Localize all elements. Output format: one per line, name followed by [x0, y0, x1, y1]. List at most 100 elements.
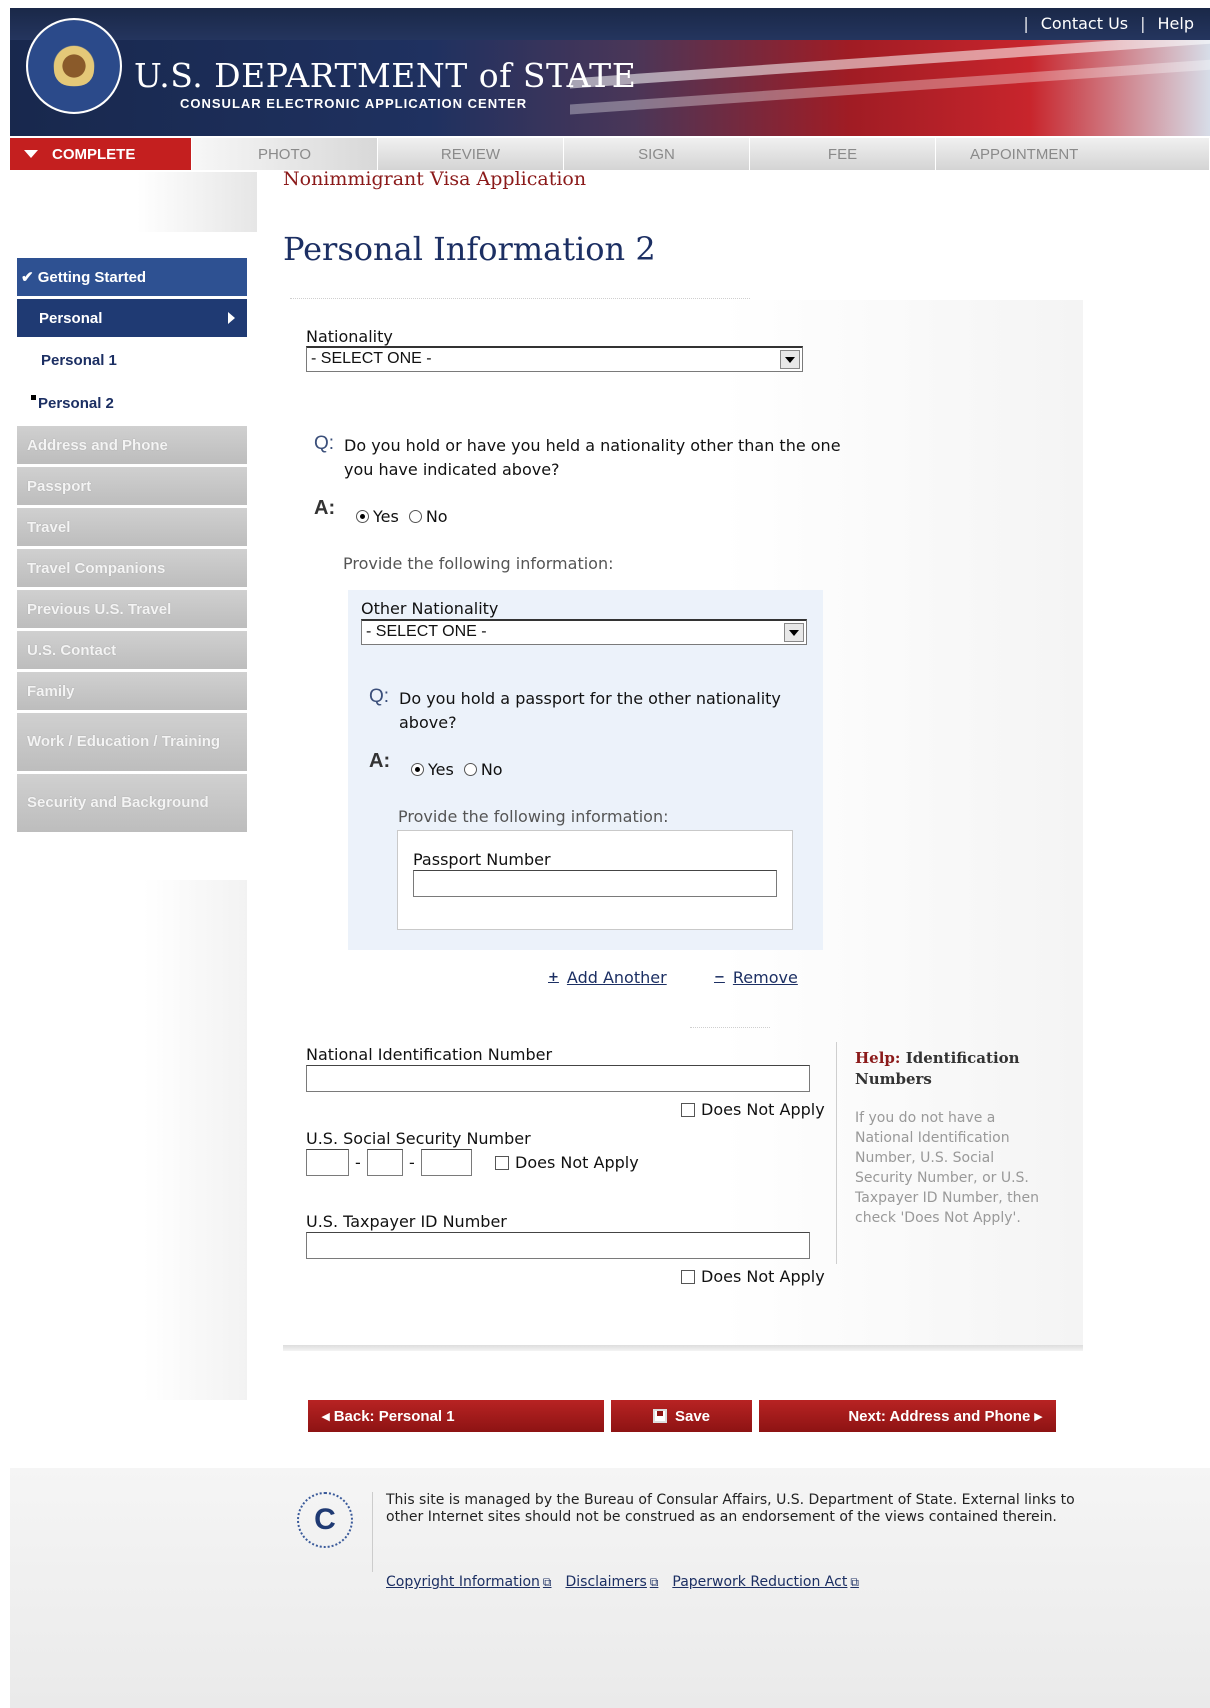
next-button[interactable]: Next: Address and Phone ▸	[759, 1400, 1056, 1432]
button-label: Save	[674, 1407, 711, 1425]
tab-label: FEE	[827, 145, 858, 163]
tab-photo[interactable]: PHOTO	[192, 138, 378, 170]
tab-sign[interactable]: SIGN	[564, 138, 750, 170]
remove-link[interactable]: − Remove	[714, 968, 798, 987]
link-separator: |	[1140, 14, 1146, 33]
application-type: Nonimmigrant Visa Application	[283, 168, 587, 190]
contact-us-link[interactable]: Contact Us	[1041, 14, 1128, 33]
sidebar-item-address-and-phone[interactable]: Address and Phone	[17, 426, 247, 464]
help-prefix: Help:	[855, 1049, 901, 1067]
other-nationality-select[interactable]: - SELECT ONE -	[361, 619, 807, 645]
help-title: Help: Identification Numbers	[855, 1048, 1046, 1090]
progress-tabs: COMPLETE PHOTO REVIEW SIGN FEE APPOINTME…	[10, 138, 1210, 170]
help-panel: Help: Identification Numbers If you do n…	[836, 1042, 1046, 1264]
footer-divider	[372, 1492, 373, 1572]
sidebar-item-label: Personal	[39, 309, 103, 327]
ssn-part-1-input[interactable]	[306, 1149, 349, 1176]
radio-no[interactable]: No	[463, 760, 503, 779]
national-id-does-not-apply[interactable]: Does Not Apply	[681, 1100, 825, 1119]
tab-fee[interactable]: FEE	[750, 138, 936, 170]
triangle-down-icon	[24, 150, 38, 158]
tab-appointment[interactable]: APPOINTMENT	[936, 138, 1210, 170]
page-title: Personal Information 2	[283, 230, 656, 268]
answer-other-passport: A: Yes No	[369, 750, 669, 780]
question-other-nationality: Q: Do you hold or have you held a nation…	[314, 433, 854, 484]
question-text: Do you hold a passport for the other nat…	[399, 689, 781, 732]
radio-label: Yes	[428, 760, 454, 779]
ssn-part-2-input[interactable]	[367, 1149, 403, 1176]
other-nationality-label: Other Nationality	[361, 599, 499, 618]
answer-other-nationality: A: Yes No	[314, 497, 614, 527]
sidebar-item-getting-started[interactable]: ✔ Getting Started	[17, 258, 247, 296]
answer-marker: A:	[369, 750, 391, 772]
sidebar-fade	[17, 880, 247, 1400]
taxpayer-id-input[interactable]	[306, 1232, 810, 1259]
sidebar-item-personal[interactable]: Personal	[17, 299, 247, 337]
link-label: Add Another	[566, 968, 667, 987]
state-department-seal-icon	[26, 18, 122, 114]
copyright-information-link[interactable]: Copyright Information ⧉	[386, 1574, 551, 1590]
ssn-part-3-input[interactable]	[421, 1149, 472, 1176]
banner: U.S. DEPARTMENT of STATE CONSULAR ELECTR…	[10, 40, 1210, 136]
nationality-label: Nationality	[306, 327, 393, 346]
tab-review[interactable]: REVIEW	[378, 138, 564, 170]
tab-label: REVIEW	[440, 145, 501, 163]
passport-number-input[interactable]	[413, 870, 777, 897]
sidebar: ✔ Getting Started Personal Personal 1 Pe…	[17, 258, 247, 835]
tab-label: PHOTO	[257, 145, 312, 163]
consular-affairs-seal-icon: C	[297, 1492, 353, 1548]
radio-selected-icon	[411, 763, 424, 776]
ssn-dash: -	[355, 1153, 361, 1172]
sidebar-item-personal-1[interactable]: Personal 1	[17, 340, 247, 380]
sidebar-item-security-and-background[interactable]: Security and Background	[17, 774, 247, 832]
link-label: Paperwork Reduction Act	[672, 1574, 848, 1590]
sidebar-top-fade	[17, 172, 257, 232]
divider	[290, 298, 750, 299]
form-bottom-rule	[283, 1345, 1083, 1351]
taxpayer-id-does-not-apply[interactable]: Does Not Apply	[681, 1267, 825, 1286]
add-another-link[interactable]: + Add Another	[548, 968, 667, 987]
disclaimers-link[interactable]: Disclaimers ⧉	[565, 1574, 658, 1590]
sidebar-item-family[interactable]: Family	[17, 672, 247, 710]
minus-icon: −	[714, 970, 725, 985]
department-subtitle: CONSULAR ELECTRONIC APPLICATION CENTER	[180, 96, 528, 111]
nationality-select[interactable]: - SELECT ONE -	[306, 346, 803, 372]
sidebar-item-personal-2[interactable]: Personal 2	[17, 383, 247, 423]
tab-label: SIGN	[638, 145, 675, 163]
link-label: Disclaimers	[565, 1574, 647, 1590]
tab-complete[interactable]: COMPLETE	[10, 138, 192, 170]
national-id-input[interactable]	[306, 1065, 810, 1092]
dropdown-arrow-icon	[780, 350, 800, 369]
plus-icon: +	[548, 970, 559, 985]
checkbox-icon	[681, 1102, 695, 1117]
radio-label: Yes	[373, 507, 399, 526]
sidebar-item-travel-companions[interactable]: Travel Companions	[17, 549, 247, 587]
dropdown-arrow-icon	[784, 623, 804, 642]
tab-label: COMPLETE	[52, 145, 136, 163]
sidebar-item-us-contact[interactable]: U.S. Contact	[17, 631, 247, 669]
sidebar-item-passport[interactable]: Passport	[17, 467, 247, 505]
paperwork-reduction-act-link[interactable]: Paperwork Reduction Act ⧉	[672, 1574, 859, 1590]
answer-marker: A:	[314, 497, 336, 519]
back-button[interactable]: ◂ Back: Personal 1	[308, 1400, 604, 1432]
page: | Contact Us | Help U.S. DEPARTMENT of S…	[0, 0, 1210, 1708]
radio-yes[interactable]: Yes	[356, 507, 399, 526]
select-value: - SELECT ONE -	[311, 350, 432, 367]
help-link[interactable]: Help	[1158, 14, 1194, 33]
radio-unselected-icon	[408, 510, 422, 523]
help-text: If you do not have a National Identifica…	[855, 1110, 1040, 1226]
sidebar-item-travel[interactable]: Travel	[17, 508, 247, 546]
sidebar-item-previous-us-travel[interactable]: Previous U.S. Travel	[17, 590, 247, 628]
radio-yes[interactable]: Yes	[411, 760, 454, 779]
checkbox-label: Does Not Apply	[701, 1267, 825, 1286]
question-marker: Q:	[369, 686, 390, 707]
radio-no[interactable]: No	[408, 507, 448, 526]
checkbox-label: Does Not Apply	[701, 1100, 825, 1119]
select-value: - SELECT ONE -	[366, 623, 487, 640]
sidebar-item-label: Personal 2	[38, 394, 114, 412]
sidebar-item-work-education-training[interactable]: Work / Education / Training	[17, 713, 247, 771]
ssn-does-not-apply[interactable]: Does Not Apply	[495, 1153, 639, 1172]
national-id-label: National Identification Number	[306, 1045, 553, 1064]
checkbox-icon	[681, 1269, 695, 1284]
save-button[interactable]: Save	[611, 1400, 752, 1432]
